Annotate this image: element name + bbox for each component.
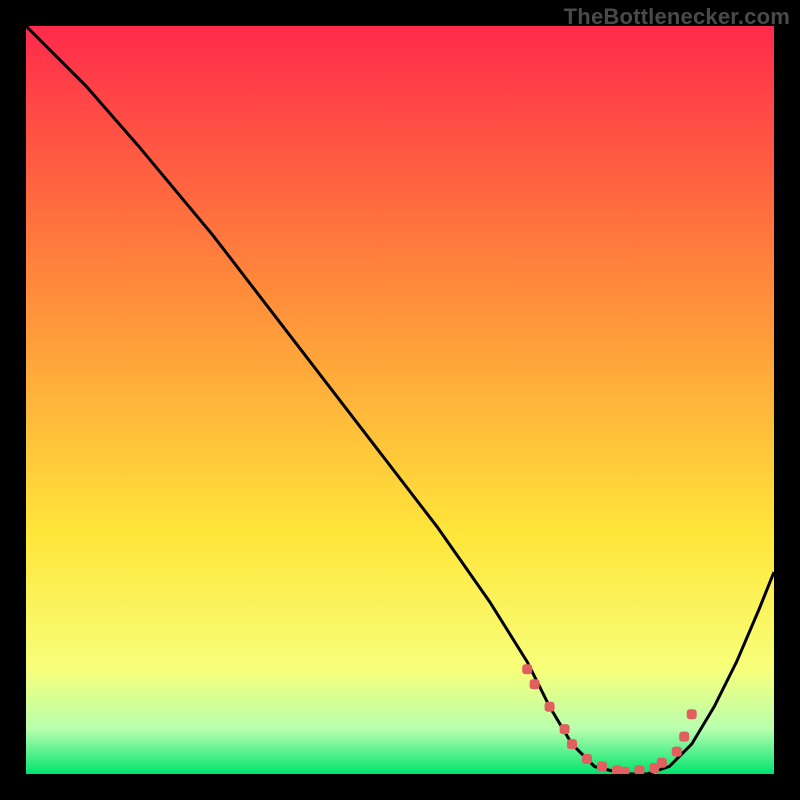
marker-point: [545, 702, 555, 712]
marker-point: [560, 724, 570, 734]
bottleneck-chart: [26, 26, 774, 774]
marker-point: [672, 747, 682, 757]
marker-point: [679, 732, 689, 742]
gradient-background: [26, 26, 774, 774]
marker-point: [634, 765, 644, 774]
marker-point: [530, 679, 540, 689]
marker-point: [582, 754, 592, 764]
marker-point: [657, 758, 667, 768]
marker-point: [567, 739, 577, 749]
marker-point: [522, 664, 532, 674]
plot-area: [26, 26, 774, 774]
marker-point: [687, 709, 697, 719]
watermark-text: TheBottlenecker.com: [564, 4, 790, 30]
chart-frame: TheBottlenecker.com: [0, 0, 800, 800]
marker-point: [597, 762, 607, 772]
marker-point: [619, 767, 629, 774]
